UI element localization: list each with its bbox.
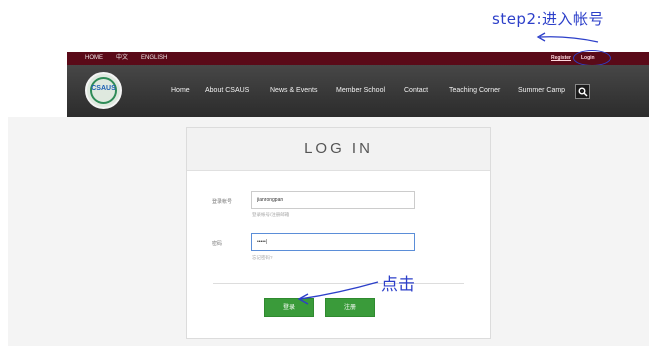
click-annotation: 点击 (381, 275, 415, 295)
annotation-strokes (297, 32, 599, 305)
step-arrow-line (539, 36, 599, 43)
click-arrow-line (299, 281, 379, 300)
